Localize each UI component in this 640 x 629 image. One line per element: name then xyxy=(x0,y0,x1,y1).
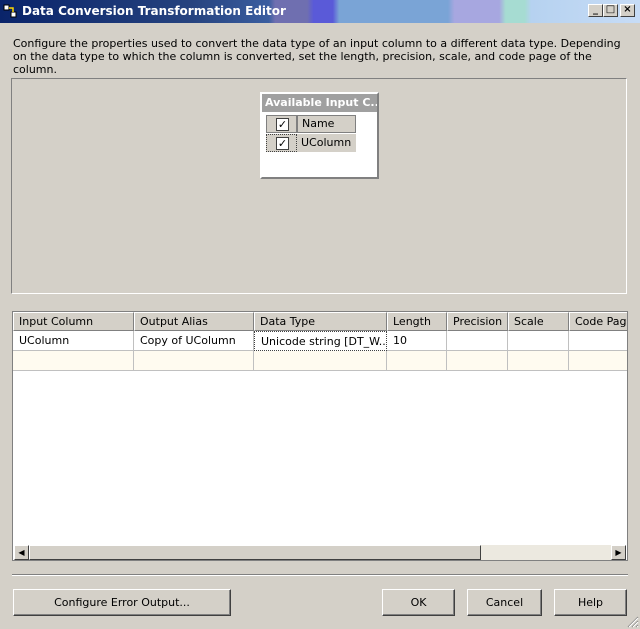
new-cell[interactable] xyxy=(387,351,447,371)
cell-length[interactable]: 10 xyxy=(387,331,447,351)
available-input-columns-box[interactable]: Available Input C... ✓ Name ✓ UColumn xyxy=(260,92,379,179)
close-button[interactable]: × xyxy=(620,4,635,17)
cell-output-alias[interactable]: Copy of UColumn xyxy=(134,331,254,351)
cell-data-type[interactable]: Unicode string [DT_W... xyxy=(254,331,387,351)
scroll-right-button[interactable]: ▶ xyxy=(611,545,626,560)
help-button[interactable]: Help xyxy=(554,589,627,616)
new-cell[interactable] xyxy=(447,351,508,371)
conversion-grid[interactable]: Input Column Output Alias Data Type Leng… xyxy=(12,311,628,561)
available-columns-header: ✓ Name xyxy=(266,115,356,133)
column-check-cell[interactable]: ✓ xyxy=(266,134,297,152)
cell-precision[interactable] xyxy=(447,331,508,351)
column-header-code-page[interactable]: Code Page xyxy=(569,312,627,331)
configure-error-output-button[interactable]: Configure Error Output... xyxy=(13,589,231,616)
description-text: Configure the properties used to convert… xyxy=(13,37,621,76)
column-header-input-column[interactable]: Input Column xyxy=(13,312,134,331)
column-header-length[interactable]: Length xyxy=(387,312,447,331)
ok-button[interactable]: OK xyxy=(382,589,455,616)
title-bar[interactable]: Data Conversion Transformation Editor _ … xyxy=(0,0,640,23)
column-header-data-type[interactable]: Data Type xyxy=(254,312,387,331)
select-all-checkbox[interactable]: ✓ xyxy=(276,118,289,131)
app-icon xyxy=(3,4,17,18)
ucolumn-checkbox[interactable]: ✓ xyxy=(276,137,289,150)
cell-code-page[interactable] xyxy=(569,331,627,351)
minimize-button[interactable]: _ xyxy=(588,4,603,17)
select-all-cell[interactable]: ✓ xyxy=(266,115,297,133)
column-header-scale[interactable]: Scale xyxy=(508,312,569,331)
new-row[interactable] xyxy=(13,351,627,371)
ucolumn-label: UColumn xyxy=(297,134,356,152)
maximize-button[interactable]: □ xyxy=(603,4,618,17)
resize-grip-icon[interactable] xyxy=(627,616,639,628)
new-cell[interactable] xyxy=(508,351,569,371)
window-title: Data Conversion Transformation Editor xyxy=(22,4,286,18)
new-cell[interactable] xyxy=(254,351,387,371)
new-cell[interactable] xyxy=(13,351,134,371)
new-cell[interactable] xyxy=(134,351,254,371)
cancel-button[interactable]: Cancel xyxy=(467,589,542,616)
separator xyxy=(12,574,628,576)
name-column-header[interactable]: Name xyxy=(297,115,356,133)
list-item[interactable]: ✓ UColumn xyxy=(266,134,356,152)
available-columns-title: Available Input C... xyxy=(262,94,377,112)
new-cell[interactable] xyxy=(569,351,627,371)
scroll-left-button[interactable]: ◀ xyxy=(14,545,29,560)
horizontal-scrollbar[interactable]: ◀ ▶ xyxy=(14,545,626,560)
scroll-thumb[interactable] xyxy=(29,545,481,560)
column-header-precision[interactable]: Precision xyxy=(447,312,508,331)
column-header-output-alias[interactable]: Output Alias xyxy=(134,312,254,331)
cell-input-column[interactable]: UColumn xyxy=(13,331,134,351)
cell-scale[interactable] xyxy=(508,331,569,351)
